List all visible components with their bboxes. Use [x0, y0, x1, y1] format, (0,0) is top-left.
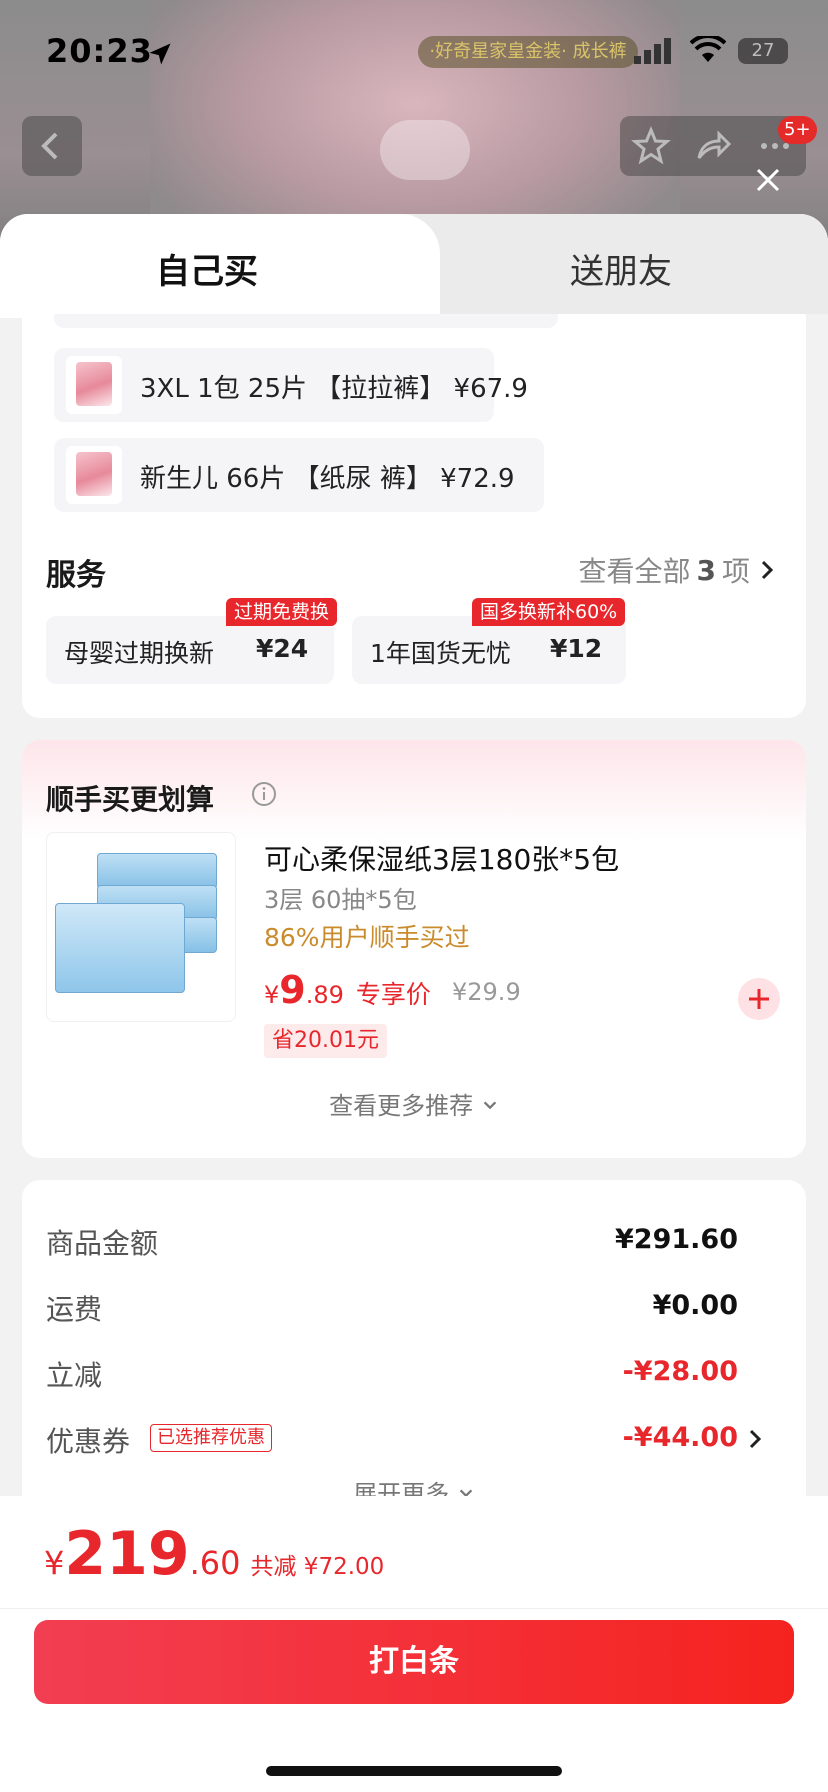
notification-badge: 5+: [778, 116, 817, 144]
more-recommendations-link[interactable]: 查看更多推荐: [22, 1086, 806, 1121]
tab-gift-friend[interactable]: 送朋友: [414, 244, 828, 293]
recommend-card: 顺手买更划算 可心柔保湿纸3层180张*5包 3层 60抽*5包 86%用户顺手…: [22, 740, 806, 1158]
recommend-product-name[interactable]: 可心柔保湿纸3层180张*5包: [264, 838, 619, 878]
services-view-all[interactable]: 查看全部 3 项: [578, 550, 778, 590]
cellular-signal-icon: [634, 38, 671, 64]
star-icon[interactable]: [631, 126, 671, 166]
sku-option-label: 3XL 1包 25片 【拉拉裤】 ¥67.9: [140, 374, 528, 404]
plus-icon: [749, 989, 769, 1009]
home-indicator: [266, 1766, 562, 1776]
battery-indicator: 27: [738, 38, 788, 64]
price-integer: 9: [279, 968, 306, 1012]
close-icon[interactable]: [752, 164, 784, 196]
summary-value: ¥0.00: [652, 1290, 738, 1321]
save-amount-badge: 省20.01元: [264, 1024, 387, 1058]
original-price: ¥29.9: [452, 978, 521, 1006]
price-currency: ¥: [264, 981, 280, 1009]
total-price: ¥ 219 .60 共减 ¥72.00: [44, 1524, 384, 1584]
wifi-icon: [690, 36, 726, 62]
summary-value: -¥44.00: [622, 1422, 738, 1453]
total-integer: 219: [64, 1519, 190, 1589]
summary-row-coupon[interactable]: 优惠券 已选推荐优惠 -¥44.00: [46, 1420, 766, 1460]
recommend-product-image[interactable]: [46, 832, 236, 1022]
service-price: ¥24: [256, 634, 309, 663]
view-all-prefix: 查看全部: [578, 555, 691, 588]
total-saved: 共减 ¥72.00: [250, 1554, 385, 1580]
service-tag: 过期免费换: [226, 598, 338, 626]
total-decimal: .60: [189, 1544, 241, 1582]
service-price: ¥12: [550, 634, 603, 663]
summary-value: ¥291.60: [615, 1224, 738, 1255]
recommend-buy-rate: 86%用户顺手买过: [264, 923, 470, 952]
more-recommendations-label: 查看更多推荐: [329, 1092, 474, 1120]
service-option[interactable]: 1年国货无忧 ¥12: [352, 616, 626, 684]
view-all-suffix: 项: [721, 555, 750, 588]
service-tag: 国多换新补60%: [472, 598, 626, 626]
summary-label: 优惠券: [46, 1425, 131, 1458]
status-time: 20:23: [46, 32, 153, 70]
pay-button[interactable]: 打白条: [34, 1620, 794, 1704]
summary-label: 商品金额: [46, 1227, 159, 1260]
recommend-title: 顺手买更划算: [46, 783, 215, 816]
view-all-count: 3: [696, 553, 716, 587]
services-title: 服务: [46, 558, 106, 593]
price-decimal: .89: [305, 981, 344, 1009]
location-arrow-icon: [149, 43, 171, 65]
sku-thumbnail: [66, 446, 122, 504]
purchase-tabs: 自己买 送朋友: [0, 214, 828, 318]
add-to-order-button[interactable]: [738, 978, 780, 1020]
service-option[interactable]: 母婴过期换新 ¥24: [46, 616, 334, 684]
sku-option[interactable]: 新生儿 66片 【纸尿 裤】 ¥72.9: [54, 438, 544, 512]
status-bar: 20:23 27: [0, 0, 828, 104]
summary-row-shipping: 运费 ¥0.00: [46, 1288, 766, 1328]
service-name: 1年国货无忧: [370, 639, 511, 668]
chevron-down-icon: [483, 1101, 497, 1110]
summary-value: -¥28.00: [622, 1356, 738, 1387]
recommend-product-spec: 3层 60抽*5包: [264, 886, 417, 914]
sku-option-label: 新生儿 66片 【纸尿 裤】 ¥72.9: [140, 464, 515, 494]
tab-buy-for-self[interactable]: 自己买: [0, 244, 414, 293]
back-button[interactable]: [22, 116, 82, 176]
chevron-right-icon: [761, 560, 774, 580]
recommend-price: ¥ 9 .89 专享价: [264, 968, 431, 1012]
summary-row-subtotal: 商品金额 ¥291.60: [46, 1222, 766, 1262]
divider: [0, 1608, 828, 1609]
share-icon[interactable]: [693, 126, 733, 166]
summary-label: 立减: [46, 1359, 103, 1392]
checkout-bar: ¥ 219 .60 共减 ¥72.00 打白条: [0, 1496, 828, 1792]
service-name: 母婴过期换新: [64, 639, 215, 668]
sku-option-partial[interactable]: [54, 314, 558, 328]
summary-row-discount: 立减 -¥28.00: [46, 1354, 766, 1394]
price-tag: 专享价: [355, 980, 431, 1009]
info-icon[interactable]: [250, 780, 278, 808]
sku-option[interactable]: 3XL 1包 25片 【拉拉裤】 ¥67.9: [54, 348, 528, 422]
total-currency: ¥: [44, 1544, 65, 1582]
summary-label: 运费: [46, 1293, 103, 1326]
coupon-tag: 已选推荐优惠: [150, 1424, 272, 1452]
sku-thumbnail: [66, 356, 122, 414]
chevron-right-icon: [749, 1429, 762, 1449]
chevron-left-icon: [41, 132, 58, 160]
